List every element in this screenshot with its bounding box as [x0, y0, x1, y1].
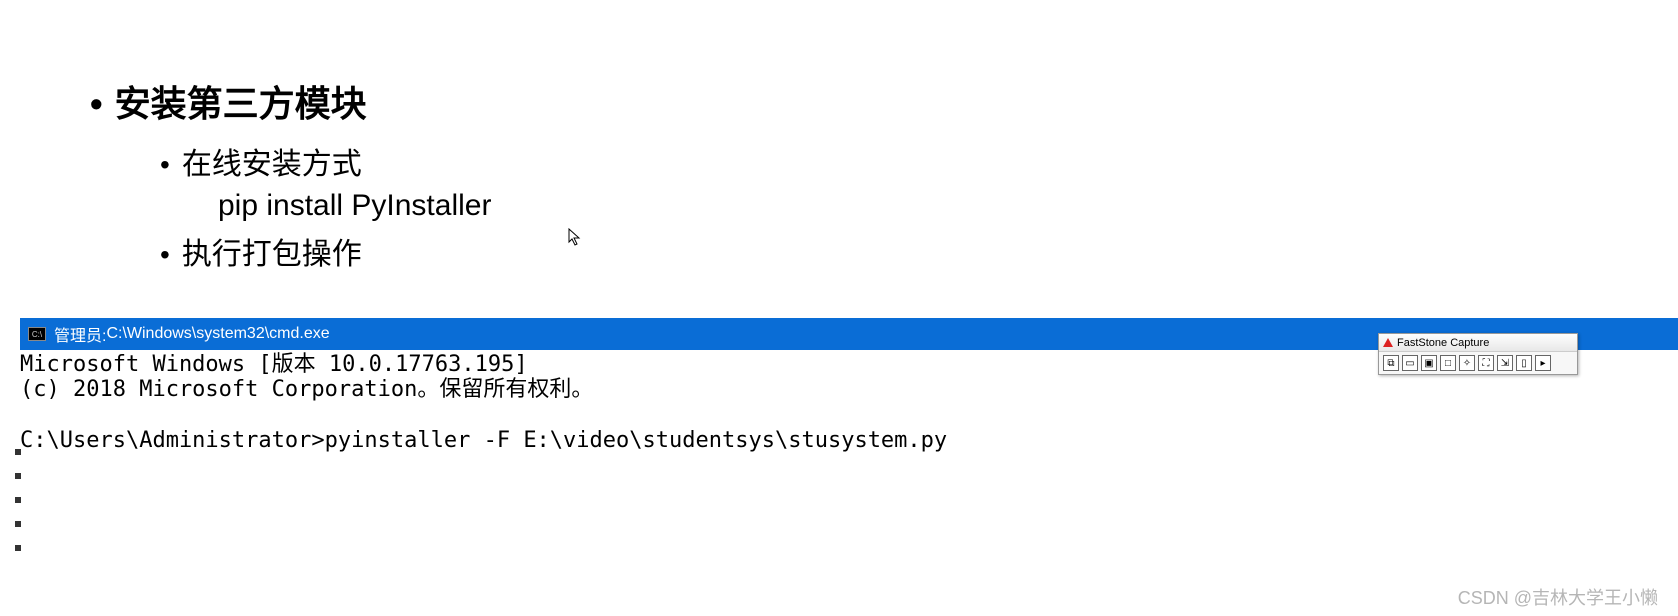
faststone-icon-row: ⧉ ▭ ▣ □ ✧ ⛶ ⇲ ▯ ▸ — [1379, 352, 1577, 374]
cmd-prompt-line: C:\Users\Administrator>pyinstaller -F E:… — [20, 428, 947, 453]
sub-bullet-1: • 在线安装方式 — [160, 139, 1678, 183]
code-line: pip install PyInstaller — [160, 189, 1678, 223]
capture-rect-icon[interactable]: ▣ — [1421, 355, 1437, 371]
capture-fullscreen-icon[interactable]: ⛶ — [1478, 355, 1494, 371]
sub-bullet-2: • 执行打包操作 — [160, 229, 1678, 273]
sub1-text: 在线安装方式 — [182, 139, 362, 183]
bullet-dot-icon: • — [90, 86, 103, 122]
capture-rect2-icon[interactable]: □ — [1440, 355, 1456, 371]
heading-bullet: • 安装第三方模块 — [90, 75, 1678, 127]
capture-fixed-icon[interactable]: ▯ — [1516, 355, 1532, 371]
capture-scroll-icon[interactable]: ⇲ — [1497, 355, 1513, 371]
cmd-title-path: C:\Windows\system32\cmd.exe — [106, 325, 329, 343]
faststone-title-text: FastStone Capture — [1397, 337, 1489, 349]
cmd-icon: C:\ — [28, 327, 46, 341]
capture-active-window-icon[interactable]: ⧉ — [1383, 355, 1399, 371]
heading-text: 安装第三方模块 — [115, 75, 367, 127]
sub-list: • 在线安装方式 pip install PyInstaller • 执行打包操… — [90, 139, 1678, 274]
capture-more-icon[interactable]: ▸ — [1535, 355, 1551, 371]
faststone-titlebar[interactable]: FastStone Capture — [1379, 334, 1577, 352]
faststone-toolbar[interactable]: FastStone Capture ⧉ ▭ ▣ □ ✧ ⛶ ⇲ ▯ ▸ — [1378, 333, 1578, 375]
cmd-body[interactable]: Microsoft Windows [版本 10.0.17763.195] (c… — [20, 350, 1678, 570]
cmd-title-prefix: 管理员: — [54, 322, 106, 346]
bullet-dot-icon: • — [160, 237, 170, 273]
capture-window-icon[interactable]: ▭ — [1402, 355, 1418, 371]
cmd-line-2: (c) 2018 Microsoft Corporation。保留所有权利。 — [20, 377, 593, 402]
capture-freehand-icon[interactable]: ✧ — [1459, 355, 1475, 371]
artifact-dots — [15, 440, 21, 560]
bullet-dot-icon: • — [160, 147, 170, 183]
watermark: CSDN @吉林大学王小懒 — [1458, 584, 1658, 610]
cmd-line-1: Microsoft Windows [版本 10.0.17763.195] — [20, 352, 528, 377]
document-content: • 安装第三方模块 • 在线安装方式 pip install PyInstall… — [0, 0, 1678, 274]
faststone-logo-icon — [1383, 338, 1393, 348]
sub2-text: 执行打包操作 — [182, 229, 362, 273]
